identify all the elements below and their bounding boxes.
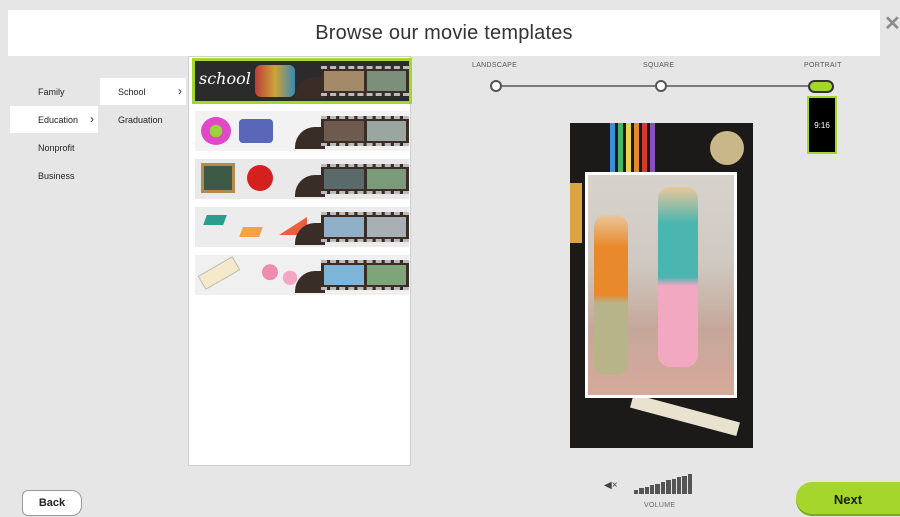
paint-decoration bbox=[201, 117, 231, 145]
category-label: Business bbox=[38, 170, 75, 181]
arrow-decoration bbox=[239, 227, 263, 237]
template-overlay-text: school bbox=[199, 69, 251, 88]
template-preview bbox=[570, 123, 753, 448]
category-item-business[interactable]: Business bbox=[10, 162, 98, 189]
template-art-supplies[interactable] bbox=[195, 111, 409, 151]
film-strip-decoration bbox=[321, 116, 409, 146]
template-thumbnail bbox=[195, 111, 409, 151]
film-strip-decoration bbox=[321, 66, 409, 96]
aspect-option-portrait[interactable] bbox=[808, 80, 834, 93]
film-strip-decoration bbox=[321, 164, 409, 194]
preview-person bbox=[594, 215, 628, 375]
volume-control: ◀× VOLUME bbox=[604, 472, 694, 514]
chevron-right-icon: › bbox=[178, 84, 182, 98]
aspect-ratio-badge: 9:16 bbox=[807, 96, 837, 154]
aspect-ratio-text: 9:16 bbox=[814, 120, 830, 130]
category-label: Education bbox=[38, 114, 79, 125]
chalkboard-decoration bbox=[201, 163, 235, 193]
aspect-ratio-selector: LANDSCAPE SQUARE PORTRAIT bbox=[470, 62, 855, 102]
back-button-label: Back bbox=[38, 497, 66, 509]
preview-photo bbox=[585, 172, 737, 398]
pencil-decoration bbox=[634, 123, 639, 175]
close-icon[interactable]: ✕ bbox=[884, 14, 900, 34]
template-list: school bbox=[188, 56, 412, 466]
category-item-nonprofit[interactable]: Nonprofit bbox=[10, 134, 98, 161]
aspect-label-square: SQUARE bbox=[643, 62, 675, 69]
template-paper-arrows[interactable] bbox=[195, 207, 409, 247]
apple-decoration bbox=[247, 165, 273, 191]
category-label: Family bbox=[38, 86, 65, 97]
aspect-label-landscape: LANDSCAPE bbox=[472, 62, 518, 69]
twine-decoration bbox=[710, 131, 744, 165]
film-strip-decoration bbox=[321, 212, 409, 242]
chevron-right-icon: › bbox=[90, 112, 94, 126]
aspect-label-portrait: PORTRAIT bbox=[804, 62, 842, 69]
category-label: Nonprofit bbox=[38, 142, 75, 153]
volume-label: VOLUME bbox=[644, 502, 676, 509]
subcategory-list: School › Graduation bbox=[100, 78, 186, 134]
next-button-label: Next bbox=[833, 491, 863, 507]
category-item-education[interactable]: Education › bbox=[10, 106, 98, 133]
preview-photo-image bbox=[588, 175, 734, 395]
next-button[interactable]: Next bbox=[796, 482, 900, 516]
mute-icon[interactable]: ◀× bbox=[604, 480, 618, 491]
template-thumbnail: school bbox=[195, 61, 409, 101]
aspect-option-landscape[interactable] bbox=[490, 80, 502, 92]
subcategory-label: School bbox=[118, 86, 146, 97]
template-thumbnail bbox=[195, 159, 409, 199]
handprints-decoration bbox=[255, 65, 295, 97]
template-thumbnail bbox=[195, 255, 409, 295]
page-title: Browse our movie templates bbox=[315, 22, 573, 44]
template-chalkboard-apple[interactable] bbox=[195, 159, 409, 199]
film-strip-decoration bbox=[321, 260, 409, 290]
template-school[interactable]: school bbox=[192, 58, 412, 104]
subcategory-item-school[interactable]: School › bbox=[100, 78, 186, 105]
pencil-decoration bbox=[610, 123, 615, 175]
preview-person bbox=[658, 187, 698, 367]
template-diploma-blossom[interactable] bbox=[195, 255, 409, 295]
ruler-decoration bbox=[630, 394, 740, 436]
arrow-decoration bbox=[203, 215, 227, 225]
pencil-decoration bbox=[618, 123, 623, 175]
template-thumbnail bbox=[195, 207, 409, 247]
ruler-decoration bbox=[570, 183, 582, 243]
pencil-decoration bbox=[642, 123, 647, 175]
subcategory-label: Graduation bbox=[118, 114, 163, 125]
subcategory-item-graduation[interactable]: Graduation bbox=[100, 106, 186, 133]
pencil-decoration bbox=[626, 123, 631, 175]
diploma-decoration bbox=[197, 256, 241, 290]
volume-slider[interactable] bbox=[634, 474, 692, 494]
category-list: Family Education › Nonprofit Business bbox=[10, 78, 98, 190]
pencil-decoration bbox=[650, 123, 655, 175]
aspect-option-square[interactable] bbox=[655, 80, 667, 92]
header-bar: Browse our movie templates bbox=[8, 10, 880, 56]
paint-box-decoration bbox=[239, 119, 273, 143]
back-button[interactable]: Back bbox=[22, 490, 82, 516]
category-item-family[interactable]: Family bbox=[10, 78, 98, 105]
